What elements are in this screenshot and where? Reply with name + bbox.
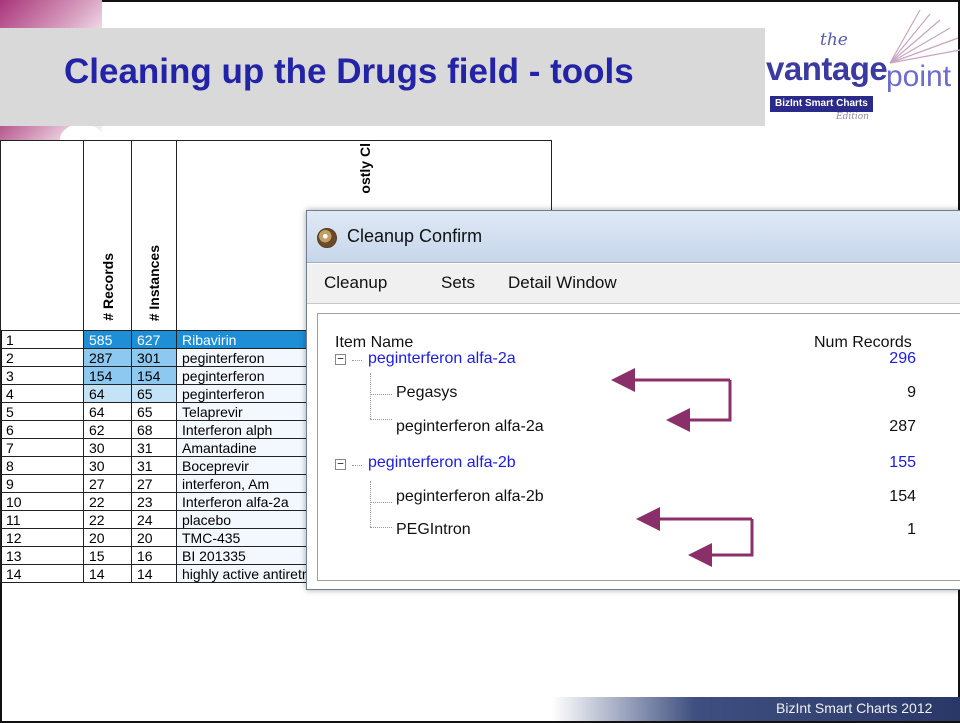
tree-group-count: 296 xyxy=(889,350,916,367)
tree-connector xyxy=(370,502,392,503)
records-cell: 154 xyxy=(83,366,132,385)
logo-badge: BizInt Smart Charts xyxy=(770,96,873,112)
records-cell: 30 xyxy=(83,438,132,457)
records-cell: 585 xyxy=(83,330,132,349)
cleanup-tree-list: Item Name Num Records − − peginterferon … xyxy=(317,313,960,581)
records-column-header[interactable]: # Records xyxy=(83,140,132,331)
collapse-toggle-icon[interactable]: − xyxy=(335,458,346,470)
logo-point-text: point xyxy=(886,60,952,93)
instances-cell: 27 xyxy=(131,474,177,493)
tree-group-count: 155 xyxy=(889,454,916,471)
instances-cell: 627 xyxy=(131,330,177,349)
tree-child-count: 9 xyxy=(907,384,916,401)
logo-the-text: the xyxy=(820,30,848,50)
tree-connector xyxy=(370,481,371,527)
footer-text: BizInt Smart Charts 2012 xyxy=(776,700,933,716)
instances-cell: 14 xyxy=(131,564,177,583)
instances-header-label: # Instances xyxy=(146,244,162,321)
row-index-cell: 6 xyxy=(0,420,84,439)
records-cell: 30 xyxy=(83,456,132,475)
records-cell: 27 xyxy=(83,474,132,493)
tree-connector xyxy=(370,527,392,528)
instances-cell: 301 xyxy=(131,348,177,367)
row-index-cell: 8 xyxy=(0,456,84,475)
records-cell: 64 xyxy=(83,384,132,403)
dialog-menu-bar: Cleanup Sets Detail Window xyxy=(307,264,960,304)
records-cell: 22 xyxy=(83,510,132,529)
tree-child-item[interactable]: Pegasys xyxy=(396,384,457,402)
dialog-title-bar[interactable]: Cleanup Confirm xyxy=(307,211,960,263)
cleanup-confirm-dialog: Cleanup Confirm Cleanup Sets Detail Wind… xyxy=(306,210,960,590)
instances-cell: 24 xyxy=(131,510,177,529)
tree-group-item[interactable]: peginterferon alfa-2b xyxy=(368,454,516,472)
instances-cell: 16 xyxy=(131,546,177,565)
tree-connector xyxy=(370,373,371,419)
records-header-label: # Records xyxy=(99,253,116,321)
row-index-cell: 5 xyxy=(0,402,84,421)
records-cell: 62 xyxy=(83,420,132,439)
tree-child-item[interactable]: peginterferon alfa-2b xyxy=(396,488,544,506)
slide-title: Cleaning up the Drugs field - tools xyxy=(64,52,634,91)
tree-connector xyxy=(352,360,362,361)
records-cell: 287 xyxy=(83,348,132,367)
decorative-header-image xyxy=(0,0,102,28)
tree-group-item[interactable]: peginterferon alfa-2a xyxy=(368,350,516,368)
instances-cell: 68 xyxy=(131,420,177,439)
row-index-cell: 13 xyxy=(0,546,84,565)
collapse-toggle-icon[interactable]: − xyxy=(335,353,346,365)
logo-edition-text: Edition xyxy=(836,112,869,122)
instances-cell: 154 xyxy=(131,366,177,385)
records-cell: 22 xyxy=(83,492,132,511)
instances-column-header[interactable]: # Instances xyxy=(131,140,177,331)
tree-child-count: 287 xyxy=(889,418,916,435)
tree-child-item[interactable]: PEGIntron xyxy=(396,521,471,539)
records-cell: 64 xyxy=(83,402,132,421)
tree-child-count: 154 xyxy=(889,488,916,505)
instances-cell: 65 xyxy=(131,402,177,421)
app-icon xyxy=(317,228,337,248)
row-index-cell: 7 xyxy=(0,438,84,457)
menu-cleanup[interactable]: Cleanup xyxy=(324,273,387,293)
name-header-label: ostly Cl xyxy=(357,143,373,194)
tree-connector xyxy=(370,419,392,420)
instances-cell: 31 xyxy=(131,438,177,457)
menu-detail-window[interactable]: Detail Window xyxy=(508,273,617,293)
row-index-cell: 10 xyxy=(0,492,84,511)
instances-cell: 65 xyxy=(131,384,177,403)
instances-cell: 23 xyxy=(131,492,177,511)
index-column-header xyxy=(0,140,84,331)
tree-child-item[interactable]: peginterferon alfa-2a xyxy=(396,418,544,436)
instances-cell: 20 xyxy=(131,528,177,547)
row-index-cell: 1 xyxy=(0,330,84,349)
row-index-cell: 9 xyxy=(0,474,84,493)
row-index-cell: 3 xyxy=(0,366,84,385)
tree-connector xyxy=(370,394,392,395)
instances-cell: 31 xyxy=(131,456,177,475)
records-cell: 15 xyxy=(83,546,132,565)
row-index-cell: 2 xyxy=(0,348,84,367)
logo-vantage-text: vantage xyxy=(766,50,888,87)
records-cell: 20 xyxy=(83,528,132,547)
logo-rays-icon xyxy=(889,9,960,64)
records-cell: 14 xyxy=(83,564,132,583)
tree-child-count: 1 xyxy=(907,521,916,538)
dialog-title: Cleanup Confirm xyxy=(347,226,483,246)
row-index-cell: 4 xyxy=(0,384,84,403)
row-index-cell: 12 xyxy=(0,528,84,547)
row-index-cell: 14 xyxy=(0,564,84,583)
tree-connector xyxy=(352,465,362,466)
menu-sets[interactable]: Sets xyxy=(441,273,475,293)
row-index-cell: 11 xyxy=(0,510,84,529)
